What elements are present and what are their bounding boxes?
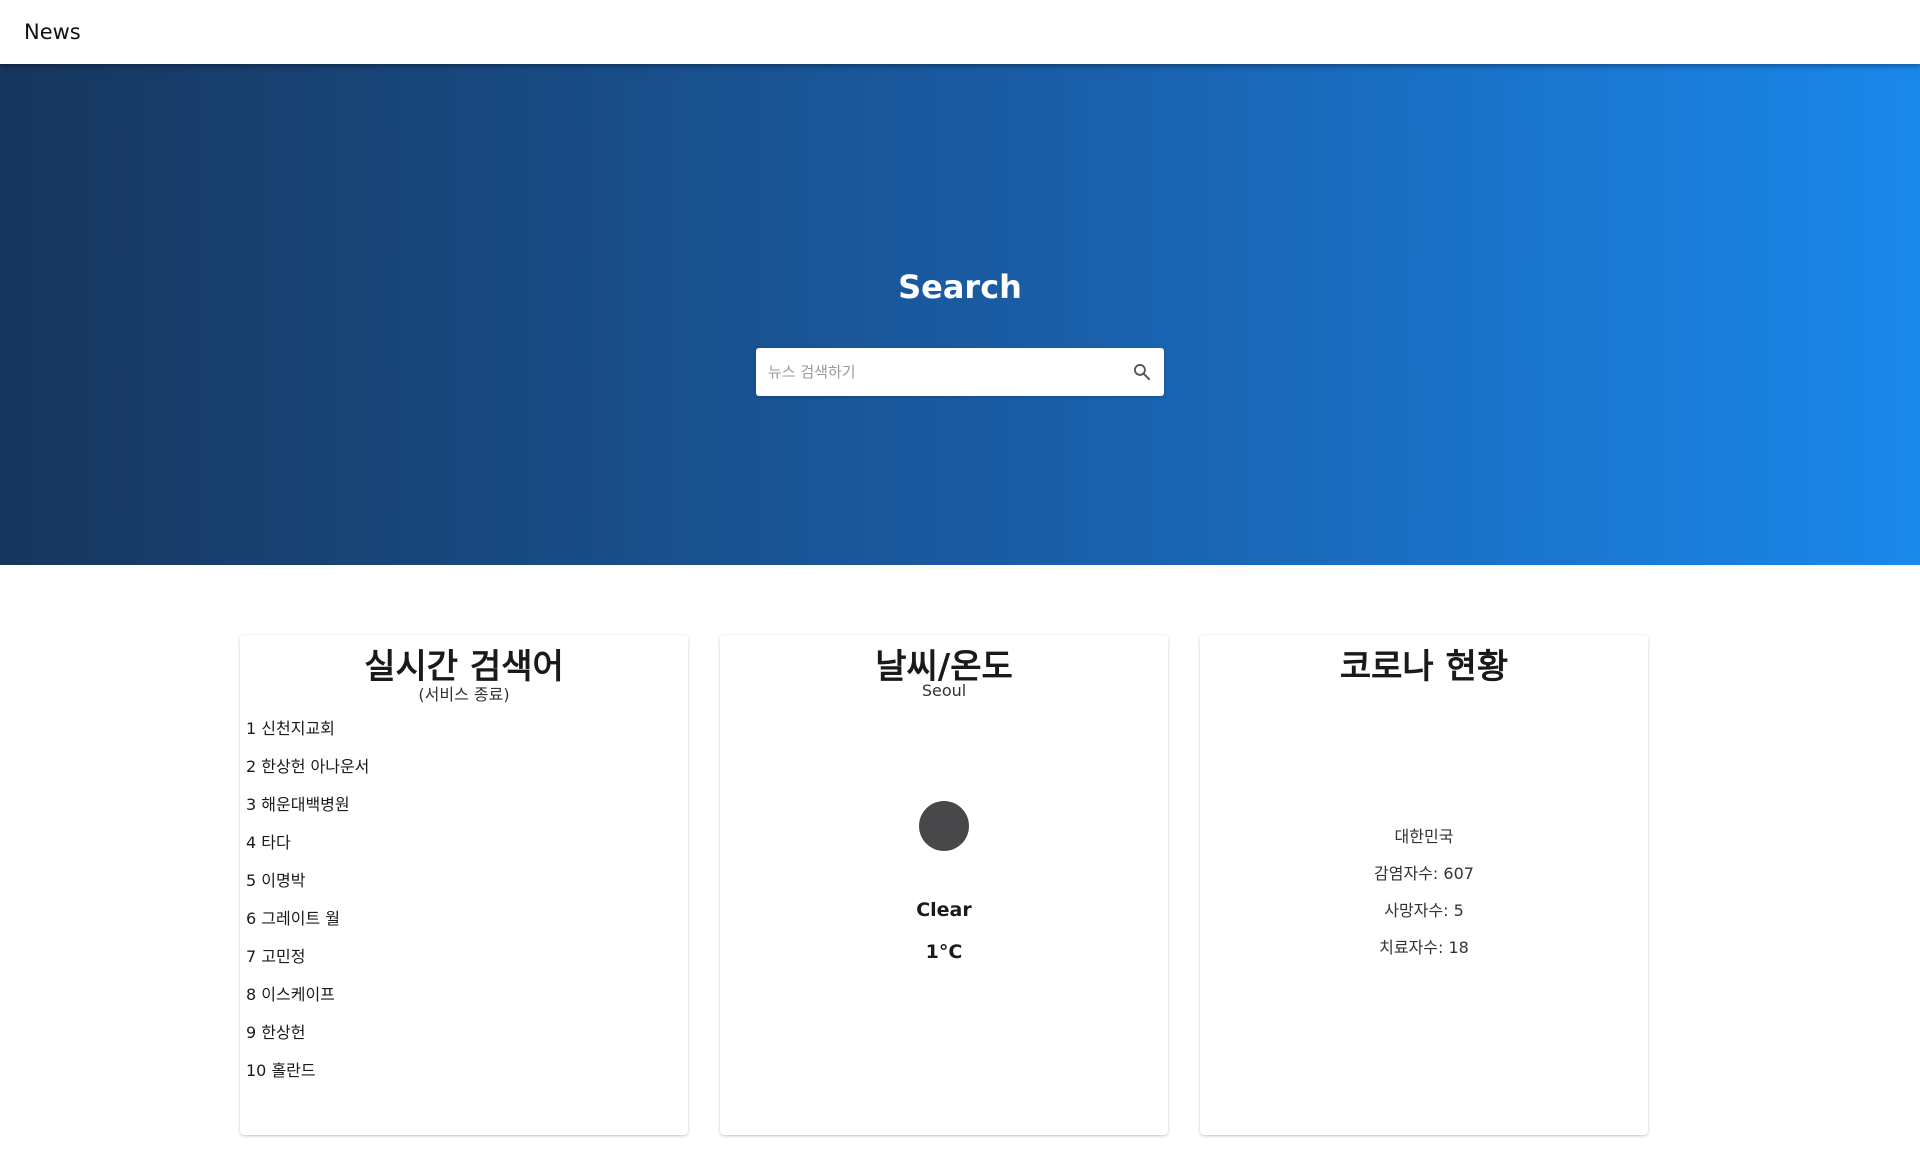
trending-rank: 10 [246,1061,267,1080]
covid-card: 코로나 현황 대한민국 감염자수: 607 사망자수: 5 치료자수: 18 [1200,635,1648,1135]
search-icon[interactable] [1120,350,1164,394]
covid-confirmed: 감염자수: 607 [1374,864,1474,883]
weather-condition: Clear [916,899,972,921]
trending-rank: 2 [246,757,257,776]
covid-title: 코로나 현황 [1339,647,1509,687]
trending-keyword: 고민정 [261,947,306,966]
trending-keyword: 한상헌 [261,1023,306,1042]
trending-keyword: 이명박 [261,871,306,890]
trending-item[interactable]: 4 타다 [246,831,369,869]
weather-city: Seoul [921,681,967,700]
trending-rank: 4 [246,833,257,852]
trending-rank: 6 [246,909,257,928]
trending-rank: 8 [246,985,257,1004]
hero-title: Search [898,268,1022,306]
trending-rank: 1 [246,719,257,738]
trending-card: 실시간 검색어 (서비스 종료) 1 신천지교회 2 한상헌 아나운서 3 해운… [240,635,688,1135]
covid-stats: 대한민국 감염자수: 607 사망자수: 5 치료자수: 18 [1200,825,1648,973]
weather-temperature: 1°C [925,941,963,963]
trending-rank: 7 [246,947,257,966]
covid-recovered: 치료자수: 18 [1379,938,1469,957]
trending-item[interactable]: 3 해운대백병원 [246,793,369,831]
trending-rank: 5 [246,871,257,890]
trending-item[interactable]: 6 그레이트 월 [246,907,369,945]
trending-keyword: 홀란드 [271,1061,316,1080]
app-title[interactable]: News [24,20,81,44]
weather-card: 날씨/온도 Seoul Clear 1°C [720,635,1168,1135]
trending-keyword: 타다 [261,833,291,852]
search-input[interactable] [756,348,1120,396]
trending-rank: 3 [246,795,257,814]
search-box [756,348,1164,396]
search-hero: Search [0,64,1920,565]
trending-item[interactable]: 8 이스케이프 [246,983,369,1021]
app-bar: News [0,0,1920,64]
trending-keyword: 그레이트 월 [261,909,340,928]
trending-keyword: 이스케이프 [261,985,335,1004]
trending-item[interactable]: 5 이명박 [246,869,369,907]
weather-icon [919,801,969,851]
trending-keyword: 해운대백병원 [261,795,350,814]
trending-rank: 9 [246,1023,257,1042]
trending-item[interactable]: 9 한상헌 [246,1021,369,1059]
trending-item[interactable]: 1 신천지교회 [246,717,369,755]
trending-item[interactable]: 10 홀란드 [246,1059,369,1097]
trending-subtitle: (서비스 종료) [418,685,510,704]
trending-keyword: 신천지교회 [261,719,335,738]
covid-country: 대한민국 [1394,827,1454,846]
trending-keyword: 한상헌 아나운서 [261,757,370,776]
trending-list: 1 신천지교회 2 한상헌 아나운서 3 해운대백병원 4 타다 5 이명박 6… [246,717,369,1097]
trending-item[interactable]: 7 고민정 [246,945,369,983]
covid-deaths: 사망자수: 5 [1384,901,1464,920]
trending-item[interactable]: 2 한상헌 아나운서 [246,755,369,793]
